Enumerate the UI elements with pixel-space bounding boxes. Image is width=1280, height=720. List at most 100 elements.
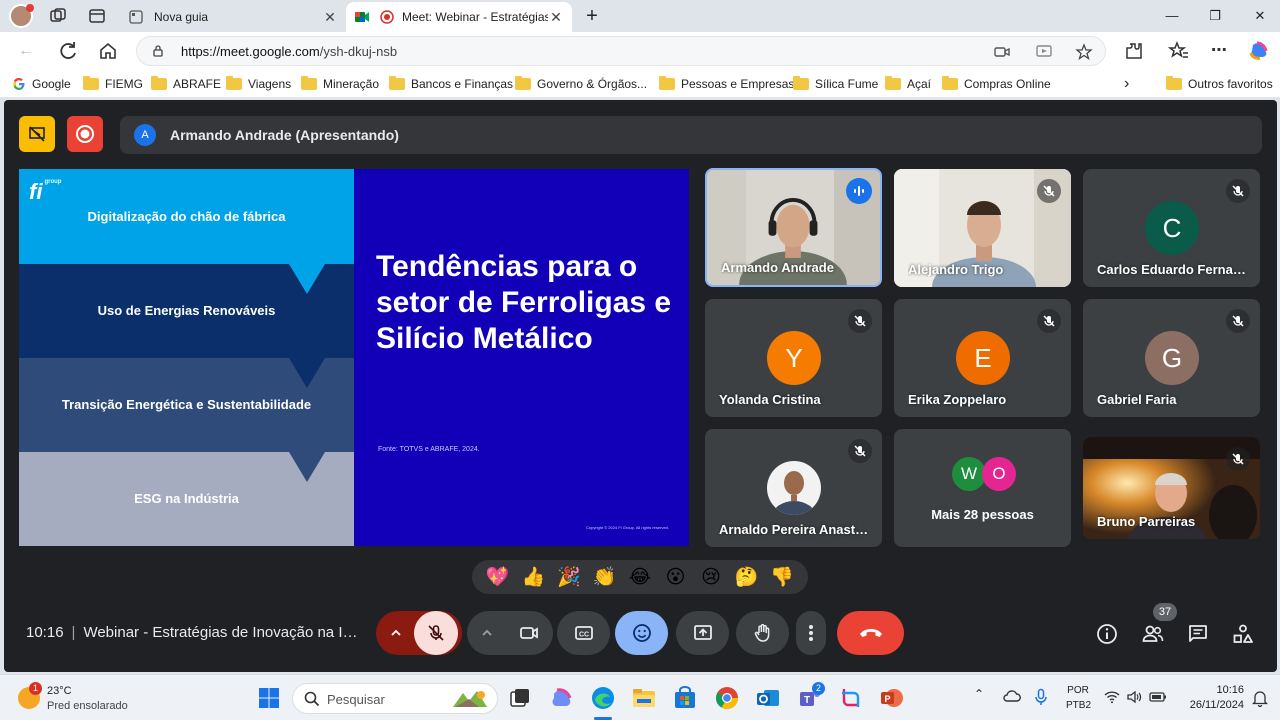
tray-overflow-chevron-icon[interactable]: ⌃ [974, 687, 984, 701]
bookmark-folder[interactable]: Bancos e Finanças [389, 76, 513, 92]
microsoft-store-icon[interactable] [672, 685, 698, 711]
favorites-icon[interactable] [1167, 39, 1191, 63]
raise-hand-button[interactable] [736, 611, 789, 655]
camera-options-chevron-icon[interactable] [467, 611, 507, 655]
back-arrow-icon[interactable]: ← [14, 39, 38, 63]
bookmark-folder[interactable]: Viagens [226, 76, 291, 92]
stop-presenting-button[interactable] [19, 116, 55, 152]
reaction-surprised[interactable]: 😮 [663, 566, 689, 589]
favorite-star-icon[interactable] [1075, 43, 1093, 61]
bookmark-folder[interactable]: Mineração [301, 76, 379, 92]
volume-icon[interactable] [1126, 690, 1142, 704]
chat-icon[interactable] [1186, 622, 1210, 646]
mic-options-chevron-icon[interactable] [376, 611, 416, 655]
bookmark-folder[interactable]: Açaí [885, 76, 931, 92]
participant-tile[interactable]: Alejandro Trigo [894, 169, 1071, 287]
slide-source: Fonte: TOTVS e ABRAFE, 2024. [378, 446, 480, 453]
close-tab-icon[interactable]: ✕ [322, 9, 338, 26]
input-language[interactable]: POR PTB2 [1066, 683, 1091, 713]
close-window-button[interactable]: ✕ [1248, 4, 1272, 28]
bookmark-folder[interactable]: Pessoas e Empresas [659, 76, 794, 92]
copilot-app-icon[interactable] [549, 685, 575, 711]
wifi-icon[interactable] [1104, 690, 1120, 704]
reaction-thinking[interactable]: 🤔 [734, 565, 760, 589]
screen-share-icon[interactable] [1035, 43, 1053, 61]
camera-toggle-button[interactable] [507, 611, 551, 655]
bookmark-label: Compras Online [964, 77, 1051, 91]
participant-tile[interactable]: Arnaldo Pereira Anastácio [705, 429, 882, 547]
bookmark-google[interactable]: Google [12, 76, 71, 92]
reaction-laugh[interactable]: 😂 [627, 566, 653, 589]
outlook-icon[interactable] [755, 685, 781, 711]
more-participants-tile[interactable]: W O Mais 28 pessoas [894, 429, 1071, 547]
bookmark-folder[interactable]: FIEMG [83, 76, 143, 92]
notifications-bell-icon[interactable] [1252, 689, 1268, 707]
camera-in-use-icon[interactable] [993, 43, 1011, 61]
edge-browser-icon[interactable] [590, 685, 616, 711]
copilot-icon[interactable] [1247, 39, 1271, 63]
bookmark-other-favorites[interactable]: Outros favoritos [1166, 76, 1273, 92]
weather-widget[interactable]: 1 23°C Pred ensolarado [18, 682, 148, 715]
tab-nova-guia[interactable]: Nova guia ✕ [120, 2, 346, 32]
battery-icon[interactable] [1149, 690, 1167, 704]
present-screen-button[interactable] [676, 611, 729, 655]
recording-button[interactable] [67, 116, 103, 152]
new-tab-button[interactable]: + [580, 4, 604, 28]
participant-avatar: Y [767, 331, 821, 385]
reaction-thumbs-up[interactable]: 👍 [520, 565, 546, 589]
more-options-button[interactable] [796, 611, 826, 655]
mic-toggle-button[interactable] [414, 611, 458, 655]
bookmark-folder[interactable]: ABRAFE [151, 76, 221, 92]
tab-actions-icon[interactable] [87, 6, 107, 26]
reaction-clap[interactable]: 👏 [591, 565, 617, 589]
minimize-button[interactable]: — [1160, 4, 1184, 28]
participant-tile[interactable]: Bruno Parreiras [1083, 437, 1260, 539]
participant-tile[interactable]: E Erika Zoppelaro [894, 299, 1071, 417]
tab-meet[interactable]: Meet: Webinar - Estratégias de Inovação … [346, 2, 572, 32]
settings-menu-icon[interactable]: ⋯ [1207, 39, 1231, 63]
meeting-details-icon[interactable] [1095, 622, 1119, 646]
participant-tile[interactable]: C Carlos Eduardo Fernandes [1083, 169, 1260, 287]
close-tab-icon[interactable]: ✕ [548, 9, 564, 26]
chevron-right-icon[interactable]: › [1124, 75, 1129, 92]
profile-avatar[interactable] [9, 4, 34, 28]
slide-copyright: Copyright © 2024 Fi Group. All rights re… [586, 525, 669, 530]
microphone-tray-icon[interactable] [1034, 688, 1048, 706]
bookmark-folder[interactable]: Compras Online [942, 76, 1051, 92]
bookmark-folder[interactable]: Governo & Órgãos... [515, 76, 647, 92]
reaction-thumbs-down[interactable]: 👎 [769, 565, 795, 589]
participant-name: Erika Zoppelaro [908, 392, 1007, 407]
reload-icon[interactable] [56, 39, 80, 63]
powerpoint-icon[interactable]: P [879, 685, 905, 711]
reaction-sad[interactable]: 😢 [698, 566, 724, 589]
windows-start-icon[interactable] [258, 687, 280, 709]
snipping-tool-icon[interactable] [838, 685, 864, 711]
task-view-icon[interactable] [507, 685, 533, 711]
participant-tile[interactable]: G Gabriel Faria [1083, 299, 1260, 417]
bookmark-label: Açaí [907, 77, 932, 91]
participant-tile[interactable]: Y Yolanda Cristina [705, 299, 882, 417]
chrome-icon[interactable] [714, 685, 740, 711]
people-icon[interactable] [1141, 622, 1165, 646]
reaction-heart[interactable]: 💖 [485, 565, 511, 589]
system-clock[interactable]: 10:16 26/11/2024 [1180, 683, 1244, 713]
reaction-party[interactable]: 🎉 [556, 565, 582, 589]
maximize-button[interactable]: ❐ [1203, 4, 1227, 28]
folder-icon [151, 76, 167, 90]
onedrive-cloud-icon[interactable] [1003, 689, 1021, 703]
captions-button[interactable]: CC [557, 611, 610, 655]
taskbar-search[interactable]: Pesquisar [292, 683, 498, 714]
workspaces-icon[interactable] [48, 6, 68, 26]
leave-call-button[interactable] [837, 611, 904, 655]
emoji-reactions-button[interactable] [615, 611, 668, 655]
file-explorer-icon[interactable] [631, 685, 657, 711]
home-icon[interactable] [96, 39, 120, 63]
address-bar[interactable]: https://meet.google.com/ysh-dkuj-nsb [136, 36, 1106, 66]
presentation-slide: Digitalização do chão de fábrica Uso de … [19, 169, 689, 546]
site-info-icon[interactable] [151, 44, 165, 58]
mic-off-icon [1226, 179, 1250, 203]
activities-icon[interactable] [1231, 622, 1255, 646]
extensions-icon[interactable] [1122, 39, 1146, 63]
participant-tile[interactable]: Armando Andrade [705, 168, 882, 287]
bookmark-folder[interactable]: Sílica Fume [793, 76, 878, 92]
